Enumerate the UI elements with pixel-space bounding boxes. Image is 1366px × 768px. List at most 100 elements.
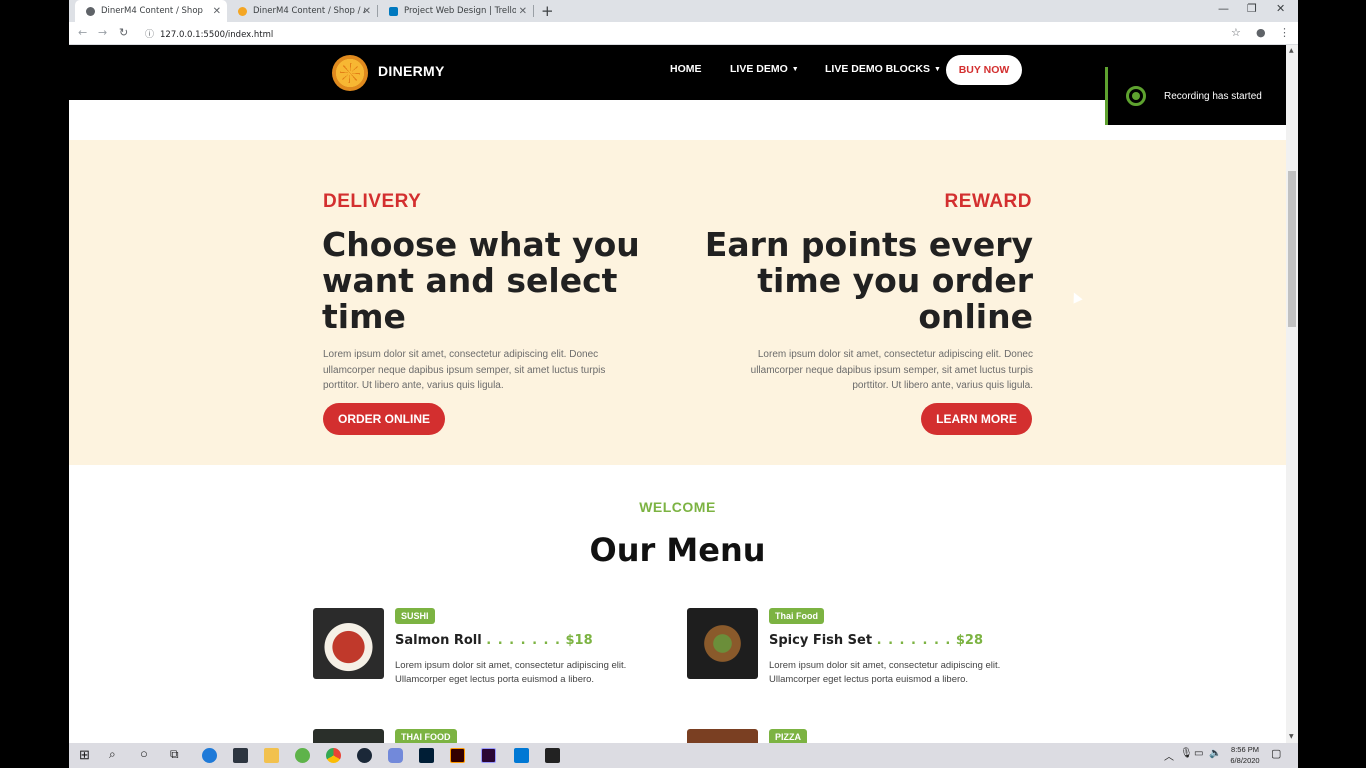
restore-icon[interactable]: ❐: [1247, 2, 1257, 15]
vertical-scrollbar[interactable]: ▲ ▼: [1286, 45, 1298, 743]
tab-shop-account[interactable]: DinerM4 Content / Shop / Accou ✕: [227, 0, 377, 22]
brand-name[interactable]: DINERMY: [378, 63, 445, 79]
delivery-eyebrow: DELIVERY: [323, 191, 422, 212]
delivery-heading: Choose what you want and select time: [322, 225, 640, 336]
item-name: Spicy Fish Set: [769, 633, 873, 648]
welcome-eyebrow: WELCOME: [639, 499, 716, 515]
item-price: $28: [955, 633, 984, 648]
item-dots: . . . . . . .: [486, 633, 561, 648]
tab-title: Project Web Design | Trello: [404, 6, 516, 16]
trello-icon: [389, 6, 398, 16]
caret-down-icon: ▼: [934, 66, 941, 73]
windows-start-icon[interactable]: ⊞: [79, 747, 90, 763]
task-view-icon[interactable]: ⧉: [170, 747, 179, 762]
address-bar: ← → ↻ ⓘ 127.0.0.1:5500/index.html ☆ ● ⋮: [69, 22, 1298, 45]
menu-title: Our Menu: [589, 531, 766, 569]
toast-message: Recording has started: [1164, 91, 1262, 102]
menu-item[interactable]: THAI FOOD: [313, 729, 643, 743]
spicy-fish-photo: [687, 608, 758, 679]
buy-now-button[interactable]: BUY NOW: [946, 55, 1022, 85]
forward-icon[interactable]: →: [98, 26, 107, 39]
illustrator-icon[interactable]: [450, 748, 465, 763]
recording-toast: Recording has started: [1105, 67, 1286, 125]
search-icon[interactable]: ⌕: [109, 747, 116, 762]
back-icon[interactable]: ←: [78, 26, 87, 39]
menu-kebab-icon[interactable]: ⋮: [1279, 26, 1290, 39]
pizza-logo-icon[interactable]: [332, 55, 368, 91]
site-navbar: DINERMY HOME LIVE DEMO ▼ LIVE DEMO BLOCKS…: [69, 45, 1286, 100]
category-tag: SUSHI: [395, 608, 435, 624]
scroll-down-icon[interactable]: ▼: [1289, 733, 1294, 740]
photoshop-icon[interactable]: [419, 748, 434, 763]
item-dots: . . . . . . .: [876, 633, 952, 648]
notifications-icon[interactable]: ▢: [1271, 747, 1281, 760]
menu-item[interactable]: SUSHI Salmon Roll . . . . . . . $18 Lore…: [313, 608, 643, 685]
order-online-button[interactable]: ORDER ONLINE: [323, 403, 445, 435]
item-title: Spicy Fish Set . . . . . . . $28: [769, 633, 983, 648]
store-icon[interactable]: [233, 748, 248, 763]
category-tag: Thai Food: [769, 608, 824, 624]
promo-section: DELIVERY Choose what you want and select…: [69, 140, 1286, 465]
reward-heading: Earn points every time you order online: [704, 225, 1033, 336]
epic-games-icon[interactable]: [545, 748, 560, 763]
scrollbar-thumb[interactable]: [1288, 171, 1296, 327]
nav-live-demo-label: LIVE DEMO: [730, 63, 788, 75]
reload-icon[interactable]: ↻: [119, 26, 128, 39]
premiere-icon[interactable]: [481, 748, 496, 763]
microphone-icon[interactable]: 🎙: [1180, 748, 1193, 759]
item-price: $18: [565, 633, 593, 648]
learn-more-button[interactable]: LEARN MORE: [921, 403, 1032, 435]
chrome-icon[interactable]: [326, 748, 341, 763]
file-explorer-icon[interactable]: [264, 748, 279, 763]
tab-title: DinerM4 Content / Shop: [101, 6, 203, 16]
tab-shop[interactable]: DinerM4 Content / Shop ✕: [75, 0, 227, 22]
network-icon[interactable]: ▭: [1194, 748, 1203, 759]
pizza-icon: [238, 6, 247, 16]
url-text: 127.0.0.1:5500/index.html: [160, 30, 274, 40]
discord-icon[interactable]: [388, 748, 403, 763]
item-title: Salmon Roll . . . . . . . $18: [395, 633, 593, 648]
profile-icon[interactable]: ●: [1256, 26, 1266, 39]
salmon-roll-photo: [313, 608, 384, 679]
cortana-icon[interactable]: ○: [140, 746, 148, 761]
new-tab-icon[interactable]: +: [541, 2, 554, 20]
item-description: Lorem ipsum dolor sit amet, consectetur …: [395, 660, 627, 685]
caret-down-icon: ▼: [791, 66, 799, 73]
globe-icon: [86, 6, 95, 16]
tab-title: DinerM4 Content / Shop / Accou: [253, 6, 365, 16]
tab-bar: DinerM4 Content / Shop ✕ DinerM4 Content…: [69, 0, 1298, 22]
vscode-icon[interactable]: [514, 748, 529, 763]
clock-date[interactable]: 6/8/2020: [1228, 756, 1262, 765]
item-description: Lorem ipsum dolor sit amet, consectetur …: [769, 660, 1001, 685]
category-tag: PIZZA: [769, 729, 807, 743]
scroll-up-icon[interactable]: ▲: [1289, 47, 1294, 54]
nav-live-demo-blocks-label: LIVE DEMO BLOCKS: [825, 63, 931, 75]
delivery-text: Lorem ipsum dolor sit amet, consectetur …: [323, 349, 606, 391]
windows-taskbar: ⊞ ⌕ ○ ⧉ ︿ 🎙 ▭ 🔈 8:56 PM 6/8/2020 ▢: [69, 743, 1298, 768]
menu-item[interactable]: PIZZA: [687, 729, 1017, 743]
category-tag: THAI FOOD: [395, 729, 457, 743]
thai-food-photo: [313, 729, 384, 743]
volume-icon[interactable]: 🔈: [1209, 748, 1221, 759]
web-page: DINERMY HOME LIVE DEMO ▼ LIVE DEMO BLOCKS…: [69, 45, 1286, 743]
close-icon[interactable]: ✕: [363, 6, 371, 17]
url-field[interactable]: ⓘ 127.0.0.1:5500/index.html: [145, 27, 273, 40]
utorrent-icon[interactable]: [295, 748, 310, 763]
close-icon[interactable]: ✕: [519, 6, 527, 17]
edge-icon[interactable]: [202, 748, 217, 763]
tab-trello[interactable]: Project Web Design | Trello ✕: [378, 0, 533, 22]
minimize-icon[interactable]: —: [1218, 2, 1229, 15]
info-icon: ⓘ: [145, 30, 155, 40]
nav-live-demo-blocks[interactable]: LIVE DEMO BLOCKS ▼: [825, 63, 941, 75]
window-close-icon[interactable]: ✕: [1276, 2, 1285, 15]
browser-window: DinerM4 Content / Shop ✕ DinerM4 Content…: [69, 0, 1298, 743]
close-icon[interactable]: ✕: [213, 6, 221, 17]
bookmark-star-icon[interactable]: ☆: [1231, 26, 1241, 39]
tray-chevron-icon[interactable]: ︿: [1164, 748, 1174, 763]
recording-icon: [1126, 86, 1146, 106]
steam-icon[interactable]: [357, 748, 372, 763]
nav-live-demo[interactable]: LIVE DEMO ▼: [730, 63, 799, 75]
clock-time[interactable]: 8:56 PM: [1228, 745, 1262, 754]
menu-item[interactable]: Thai Food Spicy Fish Set . . . . . . . $…: [687, 608, 1017, 685]
nav-home[interactable]: HOME: [670, 63, 702, 75]
